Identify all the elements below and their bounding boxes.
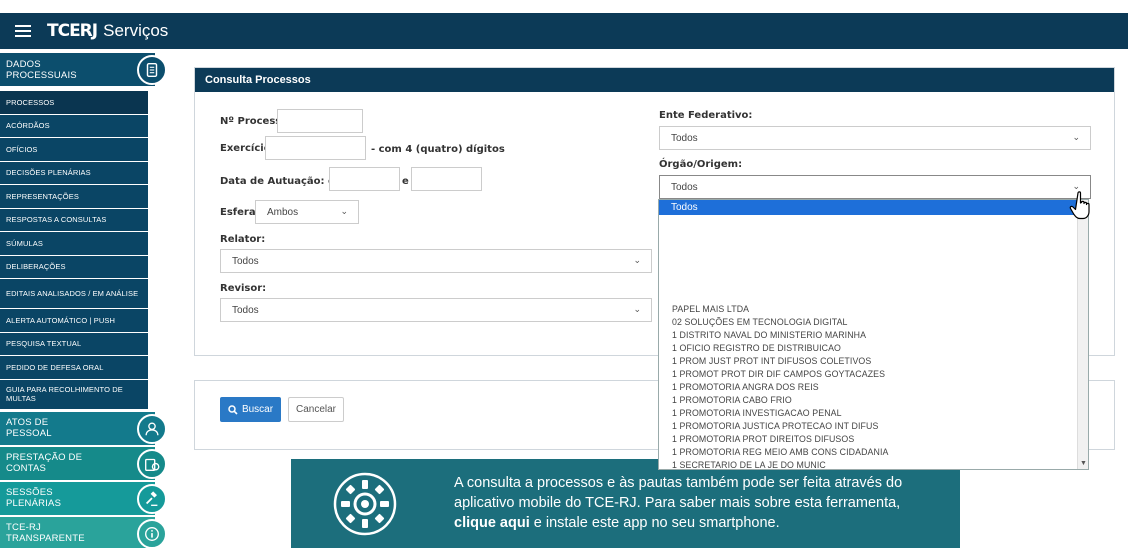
sidebar-section-label: PRESTAÇÃO DE CONTAS [6,452,83,474]
relator-select[interactable]: Todos ⌄ [220,249,652,273]
orgao-origem-label: Órgão/Origem: [659,159,743,170]
sidebar: DADOS PROCESSUAIS PROCESSOS ACÓRDÃOS OFÍ… [0,53,168,548]
sidebar-item-respostas-consultas[interactable]: RESPOSTAS A CONSULTAS [0,208,148,231]
esfera-label: Esfera: [220,207,260,218]
banner-text: A consulta a processos e às pautas també… [454,473,902,533]
menu-icon[interactable] [15,25,31,37]
sidebar-item-acordaos[interactable]: ACÓRDÃOS [0,114,148,137]
sidebar-section-prestacao-contas[interactable]: PRESTAÇÃO DE CONTAS [0,446,167,480]
sidebar-item-pedido-defesa-oral[interactable]: PEDIDO DE DEFESA ORAL [0,356,148,379]
dropdown-option[interactable]: 1 PROMOTORIA INVESTIGACAO PENAL [659,408,1079,421]
panel-title: Consulta Processos [195,68,1114,92]
orgao-origem-value: Todos [671,181,698,193]
orgao-origem-select[interactable]: Todos ⌄ [659,175,1091,199]
sidebar-item-alerta-automatico[interactable]: ALERTA AUTOMÁTICO | PUSH [0,309,148,332]
exercicio-input[interactable] [265,136,366,160]
dropdown-option[interactable]: 1 SECRETARIO DE LA JE DO MUNIC [659,460,1079,469]
logo-text: Serviços [103,21,169,40]
sidebar-item-pesquisa-textual[interactable]: PESQUISA TEXTUAL [0,332,148,355]
revisor-value: Todos [232,304,259,316]
dropdown-option[interactable]: 02 SOLUÇÕES EM TECNOLOGIA DIGITAL [659,317,1079,330]
exercicio-note: - com 4 (quatro) dígitos [371,144,505,155]
relator-value: Todos [232,255,259,267]
gavel-icon [137,483,167,514]
sidebar-section-label: TCE-RJ TRANSPARENTE [6,522,85,544]
dropdown-scrollbar[interactable]: ▼ [1077,200,1088,469]
cancelar-button[interactable]: Cancelar [288,397,344,422]
data-inicio-input[interactable] [329,167,400,191]
sidebar-item-processos[interactable]: PROCESSOS [0,91,148,114]
esfera-value: Ambos [267,206,299,218]
revisor-select[interactable]: Todos ⌄ [220,298,652,322]
sidebar-item-oficios[interactable]: OFÍCIOS [0,138,148,161]
dropdown-option-selected[interactable]: Todos [659,200,1088,215]
sidebar-section-dados-processuais[interactable]: DADOS PROCESSUAIS [0,53,167,86]
sidebar-section-sessoes-plenarias[interactable]: SESSÕES PLENÁRIAS [0,481,167,515]
orgao-origem-dropdown[interactable]: Todos PAPEL MAIS LTDA 02 SOLUÇÕES EM TECN… [658,199,1089,470]
scroll-down-icon[interactable]: ▼ [1080,460,1087,467]
chevron-down-icon: ⌄ [1072,132,1080,142]
sidebar-section-label: ATOS DE PESSOAL [6,417,52,439]
sidebar-section-atos-pessoal[interactable]: ATOS DE PESSOAL [0,411,167,445]
dropdown-option[interactable]: 1 PROM JUST PROT INT DIFUSOS COLETIVOS [659,356,1079,369]
money-icon [137,448,167,479]
buscar-button[interactable]: Buscar [220,397,281,422]
sidebar-item-guia-multas[interactable]: GUIA PARA RECOLHIMENTO DE MULTAS [0,379,148,409]
logo-mark: TCERJ [47,21,98,41]
dropdown-option[interactable]: 1 PROMOTORIA PROT DIREITOS DIFUSOS [659,434,1079,447]
dropdown-option[interactable]: PAPEL MAIS LTDA [659,304,1079,317]
chevron-down-icon: ⌄ [340,206,348,216]
sidebar-item-deliberacoes[interactable]: DELIBERAÇÕES [0,255,148,278]
document-icon [137,55,167,85]
buscar-label: Buscar [241,404,274,415]
sidebar-section-label: SESSÕES PLENÁRIAS [6,487,62,509]
app-logo-icon [333,472,397,536]
dropdown-option[interactable]: 1 PROMOT PROT DIR DIF CAMPOS GOYTACAZES [659,369,1079,382]
dropdown-option[interactable]: 1 PROMOTORIA JUSTICA PROTECAO INT DIFUS [659,421,1079,434]
chevron-down-icon: ⌄ [633,255,641,265]
relator-label: Relator: [220,234,266,245]
mobile-app-banner: A consulta a processos e às pautas també… [291,459,960,548]
chevron-down-icon: ⌄ [633,304,641,314]
sidebar-item-sumulas[interactable]: SÚMULAS [0,232,148,255]
processo-input[interactable] [277,109,363,133]
dropdown-options: PAPEL MAIS LTDA 02 SOLUÇÕES EM TECNOLOGIA… [659,304,1079,469]
ente-federativo-select[interactable]: Todos ⌄ [659,126,1091,150]
ente-federativo-label: Ente Federativo: [659,110,753,121]
dropdown-option[interactable]: 1 DISTRITO NAVAL DO MINISTERIO MARINHA [659,330,1079,343]
ente-federativo-value: Todos [671,132,698,144]
sidebar-item-decisoes-plenarias[interactable]: DECISÕES PLENÁRIAS [0,161,148,184]
top-bar: TCERJ Serviços [0,13,1128,49]
banner-line-1: A consulta a processos e às pautas també… [454,475,903,491]
data-fim-input[interactable] [411,167,482,191]
banner-line-3-text: e instale este app no seu smartphone. [529,515,780,531]
dropdown-option[interactable]: 1 PROMOTORIA REG MEIO AMB CONS CIDADANIA [659,447,1079,460]
dropdown-option[interactable]: 1 PROMOTORIA CABO FRIO [659,395,1079,408]
sidebar-item-representacoes[interactable]: REPRESENTAÇÕES [0,185,148,208]
person-icon [137,413,167,444]
sidebar-section-tce-transparente[interactable]: TCE-RJ TRANSPARENTE [0,516,167,548]
banner-line-2: aplicativo mobile do TCE-RJ. Para saber … [454,495,901,511]
esfera-select[interactable]: Ambos ⌄ [255,200,359,224]
sidebar-section-label: DADOS PROCESSUAIS [6,58,77,81]
data-sep: e [402,176,409,187]
sidebar-item-editais[interactable]: EDITAIS ANALISADOS / EM ANÁLISE [0,279,148,308]
revisor-label: Revisor: [220,283,267,294]
hand-cursor-icon [1069,191,1090,220]
search-icon [228,404,238,415]
dropdown-option[interactable]: 1 OFICIO REGISTRO DE DISTRIBUICAO [659,343,1079,356]
banner-line-3: clique aqui e instale este app no seu sm… [454,513,902,533]
dropdown-option[interactable]: 1 PROMOTORIA ANGRA DOS REIS [659,382,1079,395]
info-icon [137,518,167,548]
clique-aqui-link[interactable]: clique aqui [454,515,530,531]
logo[interactable]: TCERJ Serviços [47,21,168,41]
